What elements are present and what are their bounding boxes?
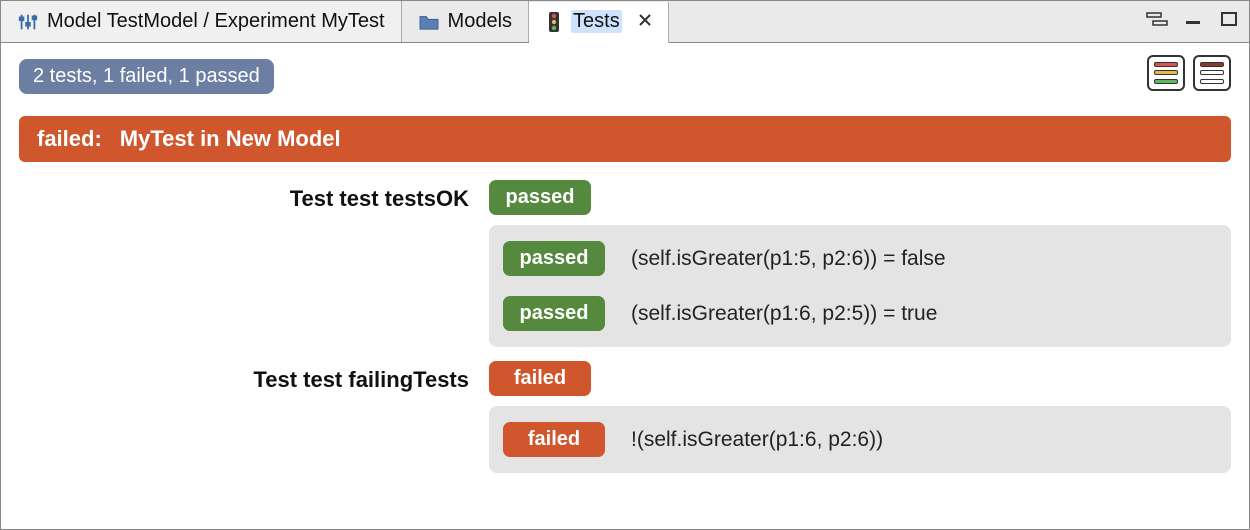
test-summary-badge: 2 tests, 1 failed, 1 passed [19, 59, 274, 94]
tab-bar: Model TestModel / Experiment MyTest Mode… [1, 1, 1249, 43]
tab-tests-label: Tests [571, 10, 622, 33]
failed-prefix: failed: [37, 126, 102, 152]
window-controls [1145, 9, 1241, 29]
status-bar-yellow [1154, 70, 1178, 75]
status-badge: failed [503, 422, 605, 457]
assertion-item: passed (self.isGreater(p1:5, p2:6)) = fa… [503, 237, 1217, 280]
failed-title: MyTest in New Model [120, 126, 341, 152]
close-icon[interactable] [638, 11, 652, 32]
status-bar-green [1154, 79, 1178, 84]
all-results-icon[interactable] [1147, 55, 1185, 91]
assertions-column: failed failed !(self.isGreater(p1:6, p2:… [489, 361, 1231, 473]
status-badge: failed [489, 361, 591, 396]
failed-header: failed: MyTest in New Model [19, 116, 1231, 162]
status-bar-red [1154, 62, 1178, 67]
assertion-text: (self.isGreater(p1:6, p2:5)) = true [631, 302, 937, 326]
settings-icon [17, 11, 39, 33]
assertion-text: (self.isGreater(p1:5, p2:6)) = false [631, 247, 946, 271]
assertion-block: passed (self.isGreater(p1:5, p2:6)) = fa… [489, 225, 1231, 347]
maximize-icon[interactable] [1217, 9, 1241, 29]
tab-models[interactable]: Models [402, 1, 529, 42]
test-name: Test test failingTests [19, 361, 489, 393]
status-badge: passed [503, 241, 605, 276]
test-status-head: failed [489, 361, 1231, 396]
failed-only-icon[interactable] [1193, 55, 1231, 91]
assertions-column: passed passed (self.isGreater(p1:5, p2:6… [489, 180, 1231, 347]
folder-icon [418, 13, 440, 31]
traffic-light-icon [545, 11, 563, 33]
test-status-head: passed [489, 180, 1231, 215]
status-bar-white [1200, 70, 1224, 75]
test-row: Test test failingTests failed failed !(s… [19, 361, 1231, 473]
swap-icon[interactable] [1145, 9, 1169, 29]
breadcrumb-tab[interactable]: Model TestModel / Experiment MyTest [1, 1, 402, 42]
status-badge: passed [489, 180, 591, 215]
tests-grid: Test test testsOK passed passed (self.is… [19, 180, 1231, 473]
status-bar-white [1200, 79, 1224, 84]
assertion-text: !(self.isGreater(p1:6, p2:6)) [631, 428, 883, 452]
assertion-item: passed (self.isGreater(p1:6, p2:5)) = tr… [503, 292, 1217, 335]
view-mode-icons [1147, 55, 1231, 91]
test-results-window: Model TestModel / Experiment MyTest Mode… [0, 0, 1250, 530]
minimize-icon[interactable] [1181, 9, 1205, 29]
assertion-block: failed !(self.isGreater(p1:6, p2:6)) [489, 406, 1231, 473]
tab-models-label: Models [448, 10, 512, 33]
status-bar-darkred [1200, 62, 1224, 67]
status-badge: passed [503, 296, 605, 331]
test-row: Test test testsOK passed passed (self.is… [19, 180, 1231, 347]
test-name: Test test testsOK [19, 180, 489, 212]
breadcrumb-text: Model TestModel / Experiment MyTest [47, 10, 385, 33]
assertion-item: failed !(self.isGreater(p1:6, p2:6)) [503, 418, 1217, 461]
content-area: 2 tests, 1 failed, 1 passed failed: MyTe… [1, 43, 1249, 529]
tab-tests[interactable]: Tests [529, 2, 669, 43]
